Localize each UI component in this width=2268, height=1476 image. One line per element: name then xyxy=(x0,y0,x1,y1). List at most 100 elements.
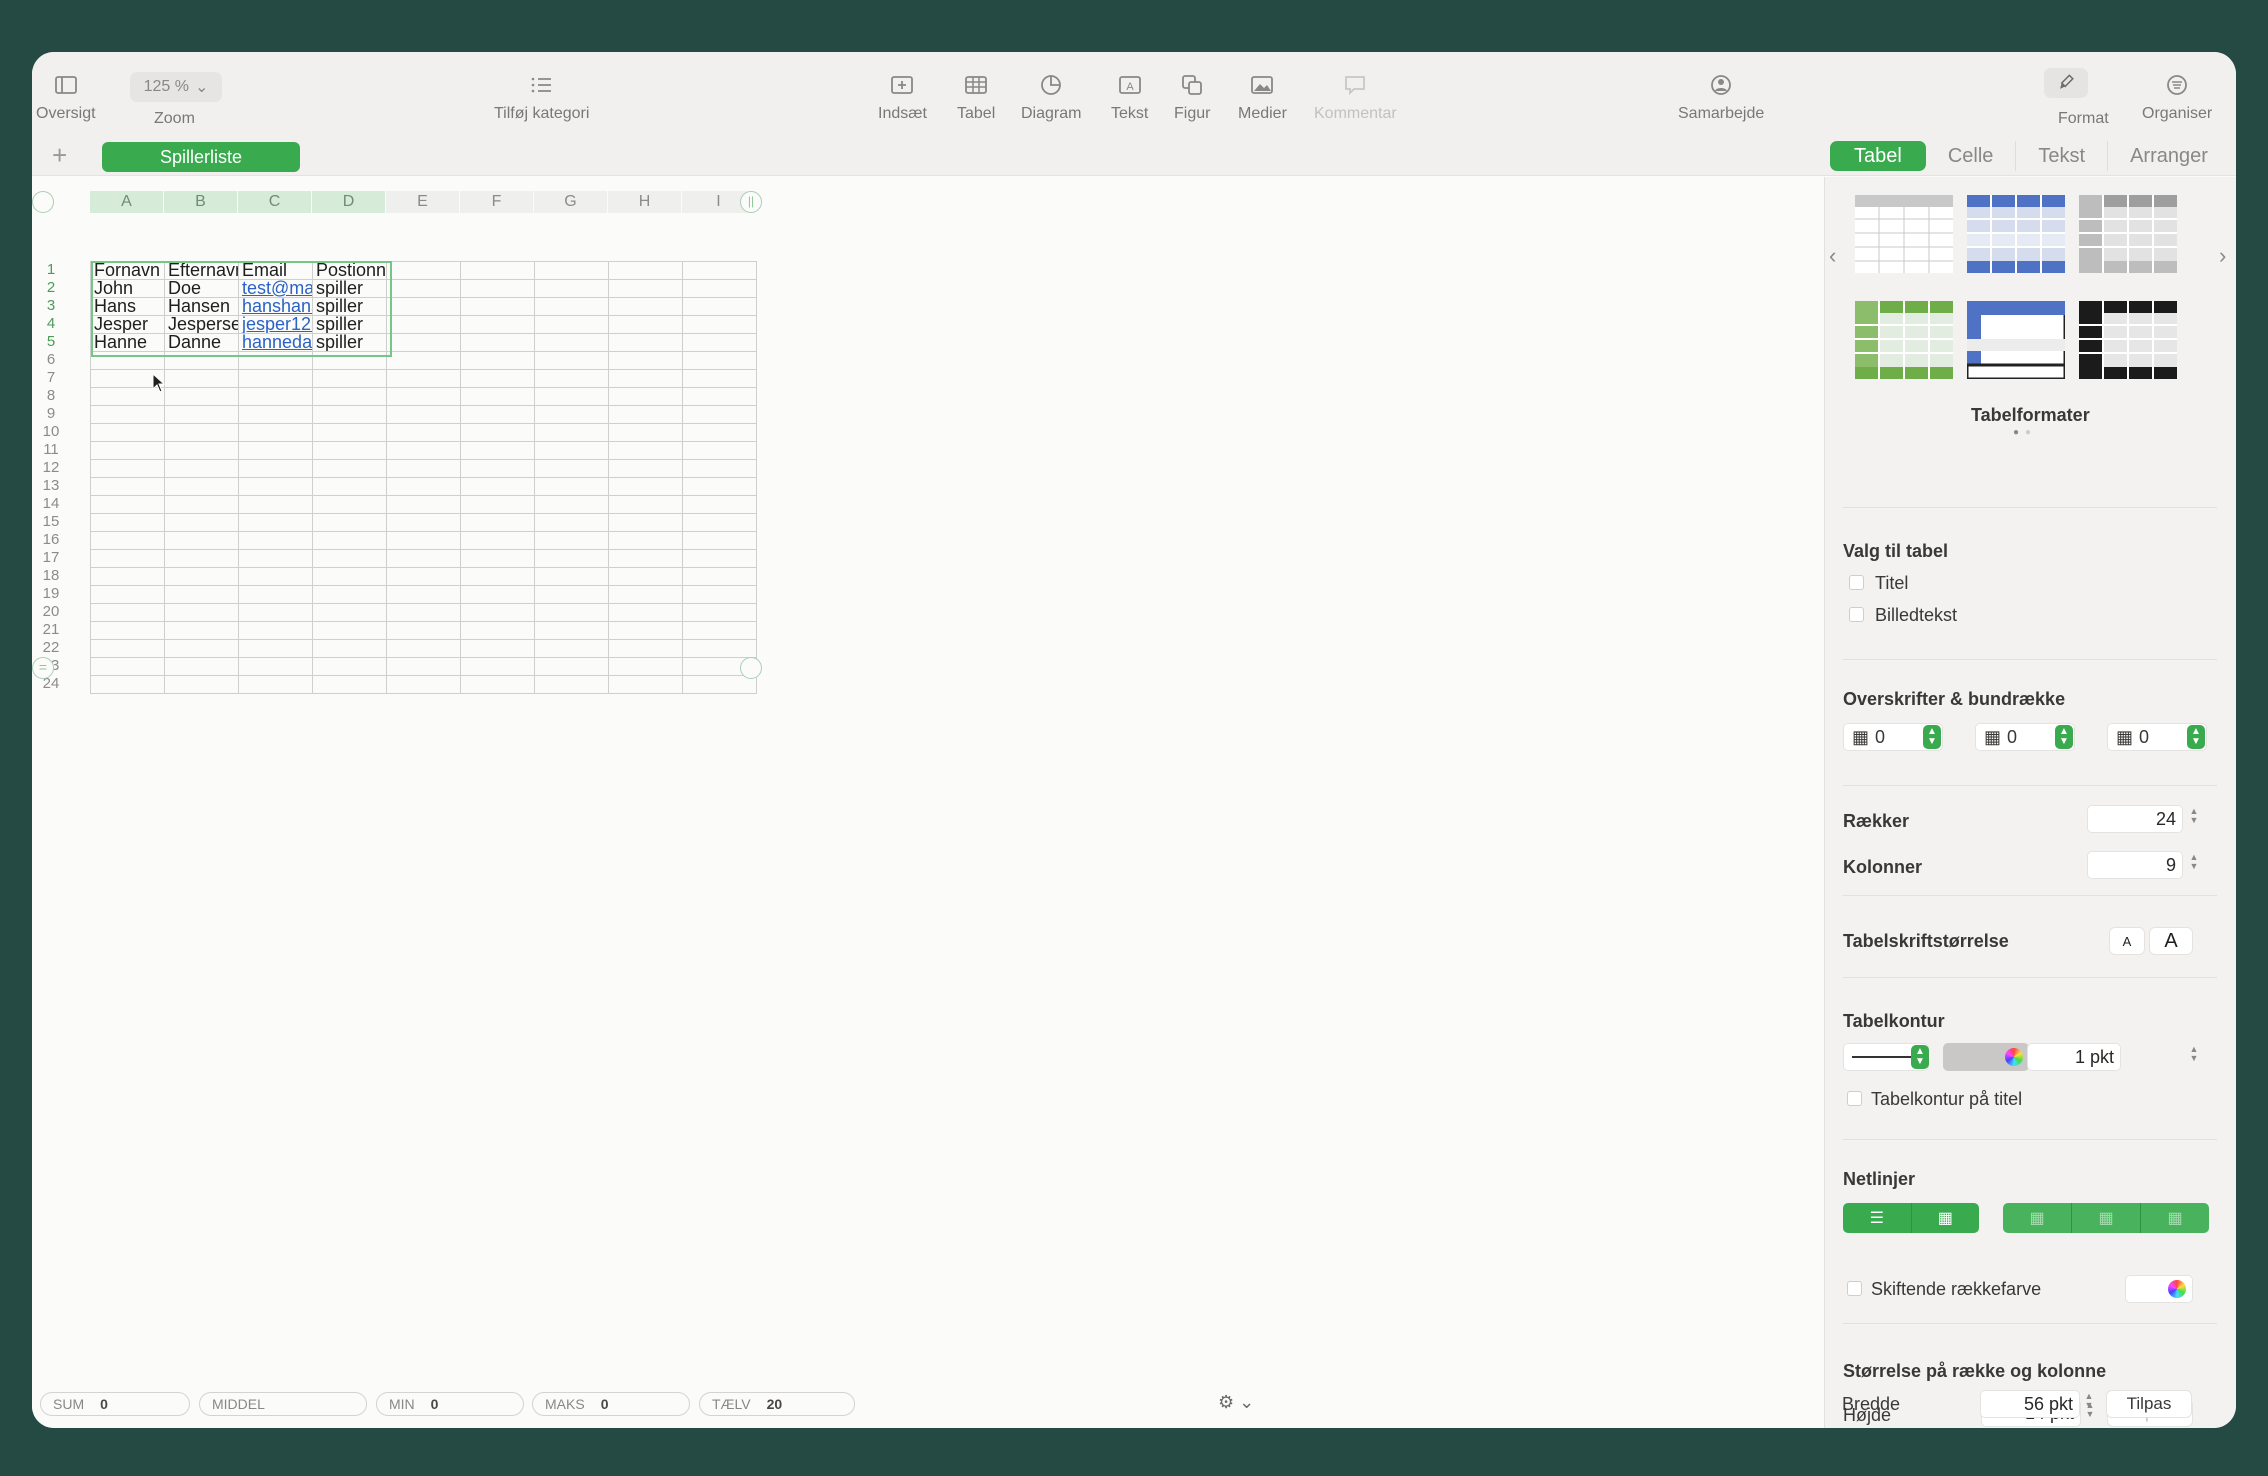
table-cell[interactable] xyxy=(90,513,165,532)
table-cell[interactable] xyxy=(164,423,239,442)
oversigt-button[interactable]: Oversigt xyxy=(36,72,96,123)
table-cell[interactable] xyxy=(312,675,387,694)
table-cell[interactable] xyxy=(238,351,313,370)
resize-handle[interactable] xyxy=(740,657,762,679)
email-link[interactable]: test@mail.c xyxy=(238,279,313,298)
table-cell[interactable] xyxy=(386,621,461,640)
header-col-gridlines-button[interactable]: ▦ xyxy=(2072,1203,2141,1233)
billedtekst-checkbox[interactable] xyxy=(1849,607,1864,622)
table-cell[interactable] xyxy=(608,477,683,496)
table-cell[interactable] xyxy=(238,441,313,460)
table-cell[interactable] xyxy=(238,423,313,442)
horizontal-gridlines-button[interactable]: ☰ xyxy=(1843,1203,1912,1233)
status-sum[interactable]: SUM 0 xyxy=(40,1392,190,1416)
font-larger-button[interactable]: A xyxy=(2149,927,2193,955)
column-header[interactable]: C xyxy=(238,191,312,213)
table-cell[interactable] xyxy=(312,657,387,676)
table-cell[interactable] xyxy=(682,369,757,388)
table-cell[interactable] xyxy=(312,603,387,622)
table-cell[interactable] xyxy=(164,567,239,586)
table-cell[interactable] xyxy=(164,513,239,532)
table-cell[interactable] xyxy=(238,387,313,406)
organiser-button[interactable]: Organiser xyxy=(2142,72,2212,123)
table-cell[interactable]: spiller xyxy=(312,315,387,334)
table-cell[interactable] xyxy=(534,261,609,280)
table-cell[interactable] xyxy=(608,657,683,676)
table-cell[interactable] xyxy=(238,675,313,694)
table-cell[interactable] xyxy=(534,621,609,640)
stepper-arrows-icon[interactable]: ▲ ▼ xyxy=(2187,725,2205,749)
table-cell[interactable] xyxy=(460,585,535,604)
table-cell[interactable] xyxy=(460,405,535,424)
column-header[interactable]: D xyxy=(312,191,386,213)
table-cell[interactable] xyxy=(90,531,165,550)
table-cell[interactable]: spiller xyxy=(312,333,387,352)
row-header[interactable]: 20 xyxy=(36,603,66,621)
table-cell[interactable] xyxy=(90,477,165,496)
status-settings-button[interactable]: ⚙ ⌄ xyxy=(1218,1392,1254,1413)
table-cell[interactable] xyxy=(682,405,757,424)
email-link[interactable]: jesper1234 xyxy=(238,315,313,334)
font-smaller-button[interactable]: A xyxy=(2109,927,2145,955)
table-cell[interactable] xyxy=(682,513,757,532)
table-cell[interactable] xyxy=(608,423,683,442)
table-cell[interactable] xyxy=(460,441,535,460)
sheet-tab-spillerliste[interactable]: Spillerliste xyxy=(102,142,300,172)
table-cell[interactable] xyxy=(312,567,387,586)
table-cell[interactable] xyxy=(164,657,239,676)
table-cell[interactable] xyxy=(164,351,239,370)
table-cell[interactable] xyxy=(682,459,757,478)
row-header[interactable]: 2 xyxy=(36,279,66,297)
stepper-arrows-icon[interactable]: ▲ ▼ xyxy=(2055,725,2073,749)
row-header[interactable]: 10 xyxy=(36,423,66,441)
table-cell[interactable] xyxy=(386,369,461,388)
table-cell[interactable]: Jespersen xyxy=(164,315,239,334)
table-cell[interactable] xyxy=(608,549,683,568)
table-cell[interactable] xyxy=(460,477,535,496)
column-header[interactable]: G xyxy=(534,191,608,213)
row-header[interactable]: 16 xyxy=(36,531,66,549)
stepper-arrows-icon[interactable]: ▲ ▼ xyxy=(1911,1045,1929,1069)
border-width-stepper[interactable]: ▲ ▼ xyxy=(2187,1045,2201,1063)
table-cell[interactable] xyxy=(312,585,387,604)
page-dots[interactable]: ●● xyxy=(2013,427,2037,438)
table-cell[interactable] xyxy=(534,279,609,298)
table-cell[interactable] xyxy=(90,567,165,586)
table-cell[interactable] xyxy=(312,351,387,370)
table-cell[interactable] xyxy=(608,297,683,316)
table-cell[interactable] xyxy=(312,513,387,532)
table-cell[interactable] xyxy=(608,603,683,622)
table-cell[interactable] xyxy=(90,549,165,568)
kontur-titel-checkbox[interactable] xyxy=(1847,1091,1862,1106)
table-cell[interactable] xyxy=(386,639,461,658)
table-cell[interactable]: spiller xyxy=(312,279,387,298)
table-cell[interactable] xyxy=(312,387,387,406)
table-cell[interactable] xyxy=(164,369,239,388)
table-cell[interactable] xyxy=(682,621,757,640)
table-cell[interactable] xyxy=(386,423,461,442)
table-cell[interactable] xyxy=(312,531,387,550)
table-cell[interactable] xyxy=(312,423,387,442)
tab-arranger[interactable]: Arranger xyxy=(2107,141,2230,171)
table-cell[interactable] xyxy=(386,585,461,604)
table-cell[interactable] xyxy=(460,297,535,316)
table-cell[interactable]: Efternavn xyxy=(164,261,239,280)
table-cell[interactable] xyxy=(534,351,609,370)
table-cell[interactable] xyxy=(386,459,461,478)
table-style-selected[interactable] xyxy=(1967,301,2065,379)
border-width-field[interactable]: 1 pkt xyxy=(2027,1043,2121,1071)
table-cell[interactable] xyxy=(90,405,165,424)
column-header[interactable]: A xyxy=(90,191,164,213)
table-cell[interactable] xyxy=(534,477,609,496)
table-cell[interactable] xyxy=(386,675,461,694)
table-cell[interactable] xyxy=(90,603,165,622)
status-maks[interactable]: MAKS 0 xyxy=(532,1392,690,1416)
row-header[interactable]: 14 xyxy=(36,495,66,513)
chevron-right-icon[interactable]: › xyxy=(2219,243,2226,269)
table-cell[interactable]: John xyxy=(90,279,165,298)
table-cell[interactable] xyxy=(534,531,609,550)
table-cell[interactable] xyxy=(682,351,757,370)
table-cell[interactable] xyxy=(460,315,535,334)
table-cell[interactable] xyxy=(608,315,683,334)
table-cell[interactable] xyxy=(238,369,313,388)
